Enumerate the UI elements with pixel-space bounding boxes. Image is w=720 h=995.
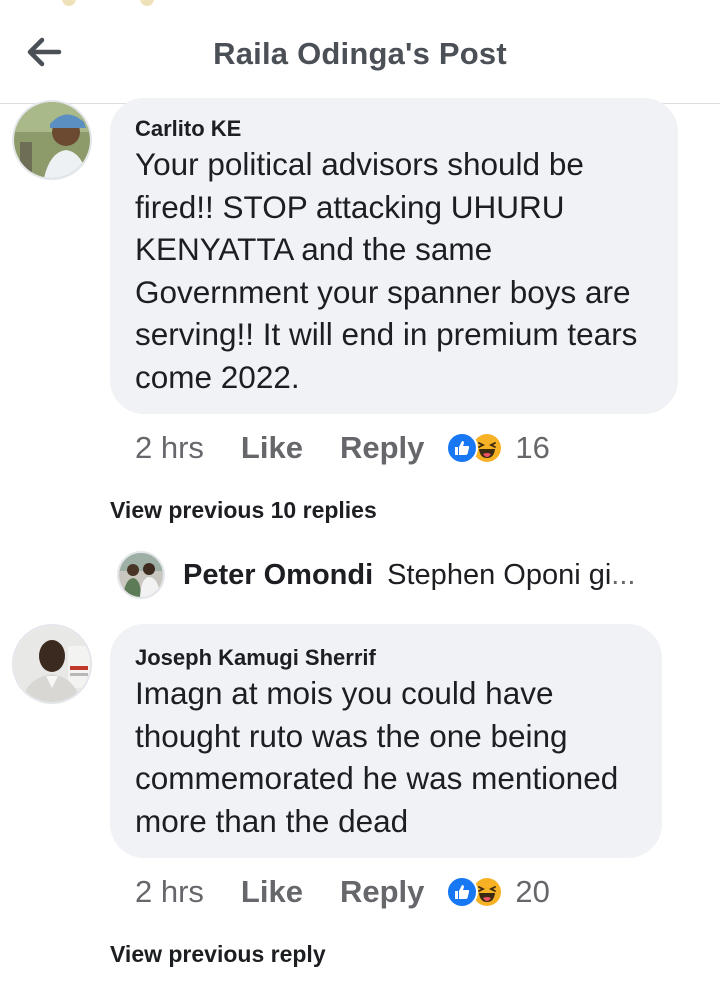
reaction-count: 16 (515, 430, 550, 465)
view-previous-replies-link[interactable]: View previous 10 replies (110, 497, 377, 524)
reaction-count: 20 (515, 874, 550, 909)
comment-text: Your political advisors should be fired!… (135, 143, 675, 398)
like-button[interactable]: Like (241, 874, 303, 910)
avatar-joseph-kamugi-sherrif[interactable] (12, 624, 92, 704)
profile-photo (119, 553, 163, 597)
comment-line: Government your spanner boys are (135, 273, 631, 310)
comment-line: thought ruto was the one being (135, 717, 568, 754)
reply-button[interactable]: Reply (340, 430, 424, 466)
comment-author[interactable]: Carlito KE (135, 116, 241, 142)
reply-button[interactable]: Reply (340, 874, 424, 910)
like-button[interactable]: Like (241, 430, 303, 466)
reply-snippet: Stephen Oponi gi (387, 558, 612, 591)
reaction-summary[interactable]: 20 (446, 874, 550, 910)
avatar-carlito-ke[interactable] (12, 100, 92, 180)
profile-photo (14, 626, 90, 702)
comment-line: Imagn at mois you could have (135, 675, 554, 711)
comment-line: KENYATTA and the same (135, 231, 493, 267)
top-bar: Raila Odinga's Post (0, 0, 720, 104)
page-title: Raila Odinga's Post (213, 36, 507, 71)
comment-actions: 2 hrs Like Reply 16 (135, 428, 550, 468)
comment-line: commemorated he was mentioned (135, 760, 619, 796)
comment-line: more than the dead (135, 802, 409, 839)
comment-line: Your political advisors should be (135, 146, 584, 182)
avatar-peter-omondi (117, 551, 165, 599)
comment-timestamp[interactable]: 2 hrs (135, 874, 204, 910)
comment-text: Imagn at mois you could have thought rut… (135, 672, 655, 842)
reply-author: Peter Omondi (183, 558, 374, 591)
comment-line: come 2022. (135, 358, 300, 395)
status-dot-decoration (140, 0, 154, 6)
profile-photo (14, 102, 90, 178)
reply-preview[interactable]: Peter Omondi Stephen Oponi gi... (117, 549, 635, 601)
comment-line: fired!! STOP attacking UHURU (135, 188, 565, 225)
comment-actions: 2 hrs Like Reply 20 (135, 872, 550, 912)
status-dot-decoration (62, 0, 76, 6)
reply-snippet-ellipsis: ... (611, 558, 636, 591)
comment-timestamp[interactable]: 2 hrs (135, 430, 204, 466)
reaction-summary[interactable]: 16 (446, 430, 550, 466)
view-previous-reply-link[interactable]: View previous reply (110, 941, 326, 968)
comment-author[interactable]: Joseph Kamugi Sherrif (135, 645, 376, 671)
comment-line: serving!! It will end in premium tears (135, 316, 638, 352)
